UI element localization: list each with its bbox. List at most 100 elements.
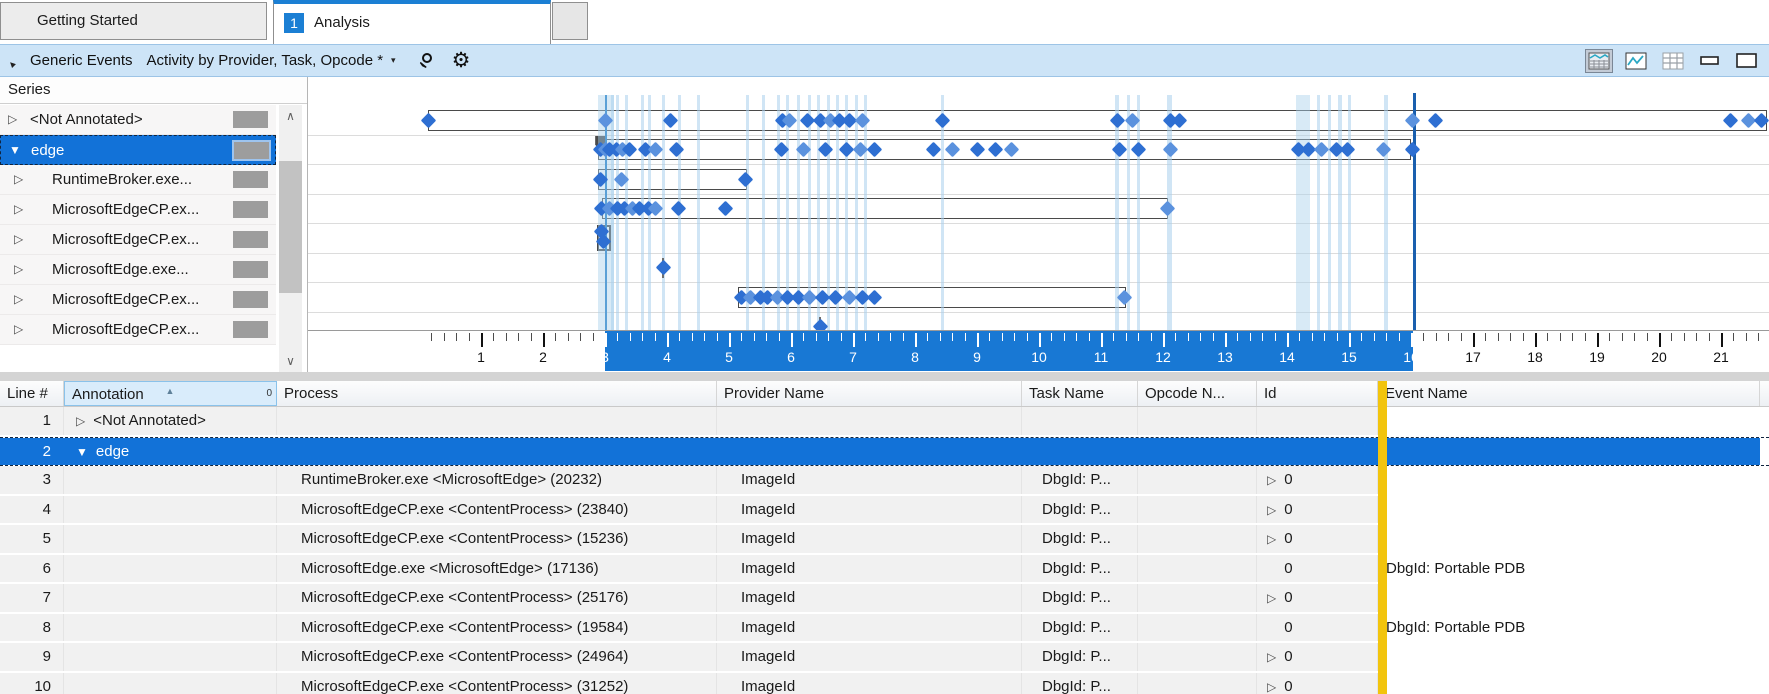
table-row-4[interactable]: 4 MicrosoftEdgeCP.exe <ContentProcess> (2… [0,495,1769,525]
expand-icon[interactable]: ▷ [1267,650,1276,664]
cell-task-name-text: DbgId: P... [1042,530,1111,547]
column-header-opcode-n-[interactable]: Opcode N... [1138,381,1257,406]
expand-icon[interactable]: ▷ [76,414,85,428]
expand-icon[interactable]: ▷ [1267,591,1276,605]
axis-tick-label: 14 [1279,349,1295,365]
column-header-line-[interactable]: Line # [0,381,64,406]
column-header-annotation[interactable]: Annotation ▲ 0 [64,381,277,406]
axis-tick [840,333,842,341]
column-header-provider-name[interactable]: Provider Name [717,381,1022,406]
expand-icon[interactable]: ▷ [14,285,23,314]
maximize-view-button[interactable] [1733,49,1761,73]
chevron-down-icon[interactable]: ▾ [391,55,396,66]
series-row-edge[interactable]: ▼ edge [0,135,276,165]
cell-opcode-name [1138,584,1257,612]
scroll-down-icon[interactable]: ∨ [279,350,302,372]
cell-provider-name-text: ImageId [741,500,796,518]
series-row-microsoftedge-exe-[interactable]: ▷ MicrosoftEdge.exe... [0,255,276,285]
cell-line-number-text: 8 [42,618,51,636]
panel-splitter[interactable] [0,372,1769,381]
axis-tick [766,333,768,341]
series-row--not-annotated-[interactable]: ▷ <Not Annotated> [0,105,276,135]
axis-tick-label: 20 [1651,349,1667,365]
axis-tick [1634,333,1636,341]
collapse-icon[interactable]: ▼ [76,445,88,459]
cell-event-name [1378,407,1760,435]
axis-tick [468,333,470,341]
series-column-header[interactable]: Series [0,77,307,104]
table-row-5[interactable]: 5 MicrosoftEdgeCP.exe <ContentProcess> (1… [0,525,1769,555]
chart-and-table-view-button[interactable] [1585,48,1613,73]
expand-icon[interactable]: ▷ [14,225,23,254]
table-row-6[interactable]: 6 MicrosoftEdge.exe <MicrosoftEdge> (1713… [0,554,1769,584]
cell-event-name-text: DbgId: Portable PDB [1386,618,1526,636]
axis-tick [1423,333,1425,341]
expand-icon[interactable]: ▷ [14,315,23,344]
collapse-icon[interactable]: ▼ [9,136,21,165]
cell-opcode-name [1138,643,1257,671]
expand-icon[interactable]: ▷ [1267,503,1276,517]
cell-process-text: MicrosoftEdge.exe <MicrosoftEdge> (17136… [301,559,599,577]
series-color-swatch [233,171,268,188]
table-row-9[interactable]: 9 MicrosoftEdgeCP.exe <ContentProcess> (2… [0,643,1769,673]
tab-analysis[interactable]: 1 Analysis [273,0,551,44]
expand-icon[interactable]: ▷ [8,105,17,134]
selection-highlight-band [1327,95,1331,332]
series-row-microsoftedgecp-ex-[interactable]: ▷ MicrosoftEdgeCP.ex... [0,285,276,315]
series-row-microsoftedgecp-ex-[interactable]: ▷ MicrosoftEdgeCP.ex... [0,225,276,255]
cell-opcode-name [1138,672,1257,694]
axis-tick [853,333,855,347]
gear-icon[interactable]: ⚙ [452,50,471,71]
cell-task-name: DbgId: P... [1022,495,1138,523]
axis-tick [1336,333,1338,341]
panel-collapse-icon[interactable]: ▴ [5,51,25,71]
graph-preset-selector[interactable]: Activity by Provider, Task, Opcode * [147,52,384,69]
table-row-7[interactable]: 7 MicrosoftEdgeCP.exe <ContentProcess> (2… [0,584,1769,614]
series-row-microsoftedgecp-ex-[interactable]: ▷ MicrosoftEdgeCP.ex... [0,315,276,345]
expand-icon[interactable]: ▷ [1267,680,1276,694]
timeline-chart-canvas[interactable]: 1 2 3 4 5 6 7 8 9 10 11 12 13 14 15 16 17 18 19 20 21 [308,77,1769,372]
events-table: Line # Annotation ▲ 0 Process Provider Name Ta… [0,381,1769,694]
column-header-process[interactable]: Process [277,381,717,406]
chart-only-view-button[interactable] [1622,49,1650,73]
selection-highlight-band [1316,95,1320,332]
expand-icon[interactable]: ▷ [1267,473,1276,487]
cell-process-text: MicrosoftEdgeCP.exe <ContentProcess> (24… [301,648,629,665]
tab-getting-started[interactable]: Getting Started [0,2,267,40]
axis-tick [1485,333,1487,341]
column-header-id[interactable]: Id [1257,381,1378,406]
column-header-task-name[interactable]: Task Name [1022,381,1138,406]
column-header-event-name[interactable]: Event Name [1378,381,1760,406]
activity-bar [601,198,1168,219]
table-row-2[interactable]: 2 ▼ edge [0,436,1769,466]
table-only-view-button[interactable] [1659,49,1687,73]
column-freeze-divider[interactable] [1378,381,1387,694]
search-icon[interactable] [418,51,438,71]
table-row-10[interactable]: 10 MicrosoftEdgeCP.exe <ContentProcess> (… [0,672,1769,694]
series-label: MicrosoftEdgeCP.ex... [52,321,200,338]
axis-tick [1113,333,1115,341]
cell-process-text: MicrosoftEdgeCP.exe <ContentProcess> (31… [301,677,629,694]
axis-tick-label: 16 [1403,349,1419,365]
series-row-runtimebroker-exe-[interactable]: ▷ RuntimeBroker.exe... [0,165,276,195]
series-scrollbar-thumb[interactable] [279,161,302,293]
axis-tick [1299,333,1301,341]
minimize-view-button[interactable] [1696,49,1724,73]
cell-line-number: 10 [0,672,64,694]
table-row-1[interactable]: 1 ▷ <Not Annotated> [0,407,1769,437]
series-scrollbar[interactable]: ∧ ∨ [279,105,302,372]
table-row-3[interactable]: 3 RuntimeBroker.exe <MicrosoftEdge> (2023… [0,466,1769,496]
axis-tick [1460,333,1462,341]
series-row-microsoftedgecp-ex-[interactable]: ▷ MicrosoftEdgeCP.ex... [0,195,276,225]
axis-tick-label: 9 [973,349,981,365]
expand-icon[interactable]: ▷ [14,165,23,194]
tab-stub[interactable] [552,2,588,40]
expand-icon[interactable]: ▷ [14,255,23,284]
cell-id: ▷0 [1257,584,1378,612]
expand-icon[interactable]: ▷ [1267,532,1276,546]
scroll-up-icon[interactable]: ∧ [279,105,302,127]
table-row-8[interactable]: 8 MicrosoftEdgeCP.exe <ContentProcess> (1… [0,613,1769,643]
series-label: RuntimeBroker.exe... [52,171,193,188]
time-axis-ruler[interactable]: 1 2 3 4 5 6 7 8 9 10 11 12 13 14 15 16 17 18 19 20 21 [308,330,1769,371]
expand-icon[interactable]: ▷ [14,195,23,224]
